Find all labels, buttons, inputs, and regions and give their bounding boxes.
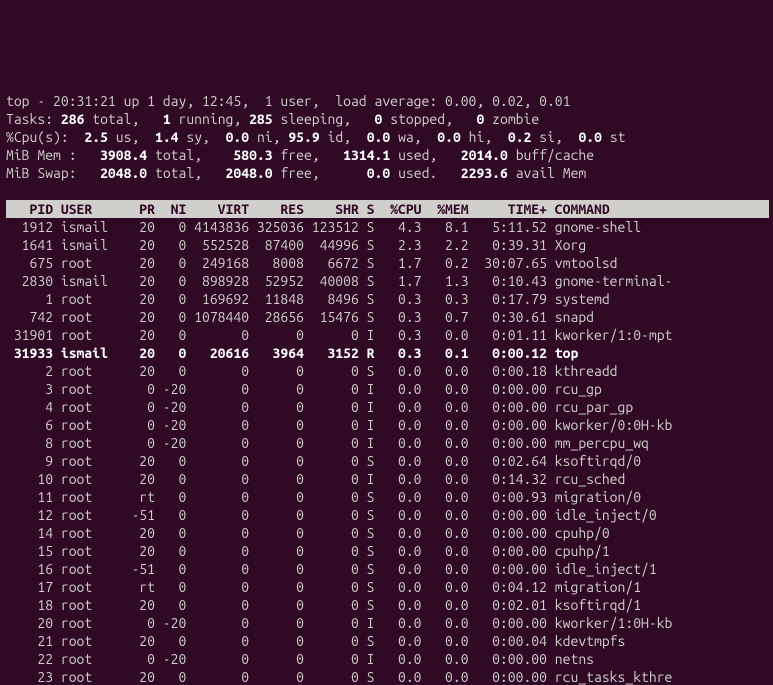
swap-avail-label: avail Mem — [516, 165, 587, 181]
process-row: 6 root 0 -20 0 0 0 I 0.0 0.0 0:00.00 kwo… — [6, 417, 672, 433]
tasks-total: 286 — [53, 111, 92, 127]
cpu-wa: 0.0 — [367, 129, 398, 145]
tasks-zombie-label: zombie — [492, 111, 539, 127]
process-row: 10 root 20 0 0 0 0 I 0.0 0.0 0:14.32 rcu… — [6, 471, 672, 487]
cpu-us: 2.5 — [84, 129, 115, 145]
mem-total: 3908.4 — [100, 147, 155, 163]
swap-total: 2048.0 — [100, 165, 155, 181]
process-row: 1912 ismail 20 0 4143836 325036 123512 S… — [6, 219, 672, 235]
process-row: 16 root -51 0 0 0 0 S 0.0 0.0 0:00.00 id… — [6, 561, 672, 577]
mem-used-label: used, — [398, 147, 461, 163]
swap-avail: 2293.6 — [461, 165, 516, 181]
process-row: 675 root 20 0 249168 8008 6672 S 1.7 0.2… — [6, 255, 672, 271]
cpu-st-label: st — [610, 129, 626, 145]
process-row: 4 root 0 -20 0 0 0 I 0.0 0.0 0:00.00 rcu… — [6, 399, 672, 415]
tasks-label: Tasks: — [6, 111, 53, 127]
tasks-stopped: 0 — [375, 111, 391, 127]
cpu-wa-label: wa, — [398, 129, 437, 145]
cpu-sy-label: sy, — [186, 129, 225, 145]
column-header: PID USER PR NI VIRT RES SHR S %CPU %MEM … — [6, 200, 769, 218]
swap-label: MiB Swap: — [6, 165, 100, 181]
process-row: 15 root 20 0 0 0 0 S 0.0 0.0 0:00.00 cpu… — [6, 543, 672, 559]
mem-free-label: free, — [280, 147, 343, 163]
cpu-sy: 1.4 — [155, 129, 186, 145]
tasks-zombie: 0 — [476, 111, 492, 127]
process-row: 2 root 20 0 0 0 0 S 0.0 0.0 0:00.18 kthr… — [6, 363, 672, 379]
process-row: 9 root 20 0 0 0 0 S 0.0 0.0 0:02.64 ksof… — [6, 453, 672, 469]
process-row: 20 root 0 -20 0 0 0 I 0.0 0.0 0:00.00 kw… — [6, 615, 672, 631]
cpu-si-label: si, — [539, 129, 578, 145]
process-row: 742 root 20 0 1078440 28656 15476 S 0.3 … — [6, 309, 672, 325]
tasks-stopped-label: stopped, — [390, 111, 476, 127]
cpu-id-label: id, — [328, 129, 367, 145]
process-row: 1 root 20 0 169692 11848 8496 S 0.3 0.3 … — [6, 291, 672, 307]
tasks-sleeping: 285 — [249, 111, 280, 127]
mem-free: 580.3 — [233, 147, 280, 163]
mem-buff-label: buff/cache — [516, 147, 594, 163]
tasks-running: 1 — [163, 111, 179, 127]
process-row: 12 root -51 0 0 0 0 S 0.0 0.0 0:00.00 id… — [6, 507, 672, 523]
mem-buff: 2014.0 — [461, 147, 516, 163]
cpu-si: 0.2 — [508, 129, 539, 145]
tasks-running-label: running, — [179, 111, 250, 127]
mem-used: 1314.1 — [343, 147, 398, 163]
cpu-hi-label: hi, — [469, 129, 508, 145]
swap-free: 2048.0 — [226, 165, 281, 181]
process-row: 31933 ismail 20 0 20616 3964 3152 R 0.3 … — [6, 345, 672, 361]
cpu-id: 95.9 — [288, 129, 327, 145]
swap-used: 0.0 — [367, 165, 398, 181]
process-row: 18 root 20 0 0 0 0 S 0.0 0.0 0:02.01 kso… — [6, 597, 672, 613]
process-row: 14 root 20 0 0 0 0 S 0.0 0.0 0:00.00 cpu… — [6, 525, 672, 541]
process-row: 3 root 0 -20 0 0 0 I 0.0 0.0 0:00.00 rcu… — [6, 381, 672, 397]
cpu-ni-label: ni, — [257, 129, 288, 145]
cpu-us-label: us, — [116, 129, 155, 145]
cpu-ni: 0.0 — [226, 129, 257, 145]
cpu-st: 0.0 — [578, 129, 609, 145]
tasks-total-label: total, — [92, 111, 163, 127]
cpu-label: %Cpu(s): — [6, 129, 84, 145]
tasks-sleeping-label: sleeping, — [280, 111, 374, 127]
process-row: 2830 ismail 20 0 898928 52952 40008 S 1.… — [6, 273, 672, 289]
process-row: 17 root rt 0 0 0 0 S 0.0 0.0 0:04.12 mig… — [6, 579, 672, 595]
mem-total-label: total, — [155, 147, 233, 163]
process-row: 1641 ismail 20 0 552528 87400 44996 S 2.… — [6, 237, 672, 253]
process-row: 31901 root 20 0 0 0 0 I 0.3 0.0 0:01.11 … — [6, 327, 672, 343]
mem-label: MiB Mem : — [6, 147, 100, 163]
swap-used-label: used. — [398, 165, 461, 181]
process-list: 1912 ismail 20 0 4143836 325036 123512 S… — [6, 218, 769, 685]
summary-line-uptime: top - 20:31:21 up 1 day, 12:45, 1 user, … — [6, 93, 570, 109]
cpu-hi: 0.0 — [437, 129, 468, 145]
process-row: 22 root 0 -20 0 0 0 I 0.0 0.0 0:00.00 ne… — [6, 651, 672, 667]
swap-free-label: free, — [280, 165, 366, 181]
process-row: 8 root 0 -20 0 0 0 I 0.0 0.0 0:00.00 mm_… — [6, 435, 672, 451]
swap-total-label: total, — [155, 165, 226, 181]
process-row: 23 root 20 0 0 0 0 S 0.0 0.0 0:00.00 rcu… — [6, 669, 672, 685]
process-row: 21 root 20 0 0 0 0 S 0.0 0.0 0:00.04 kde… — [6, 633, 672, 649]
terminal[interactable]: top - 20:31:21 up 1 day, 12:45, 1 user, … — [0, 72, 773, 685]
process-row: 11 root rt 0 0 0 0 S 0.0 0.0 0:00.93 mig… — [6, 489, 672, 505]
